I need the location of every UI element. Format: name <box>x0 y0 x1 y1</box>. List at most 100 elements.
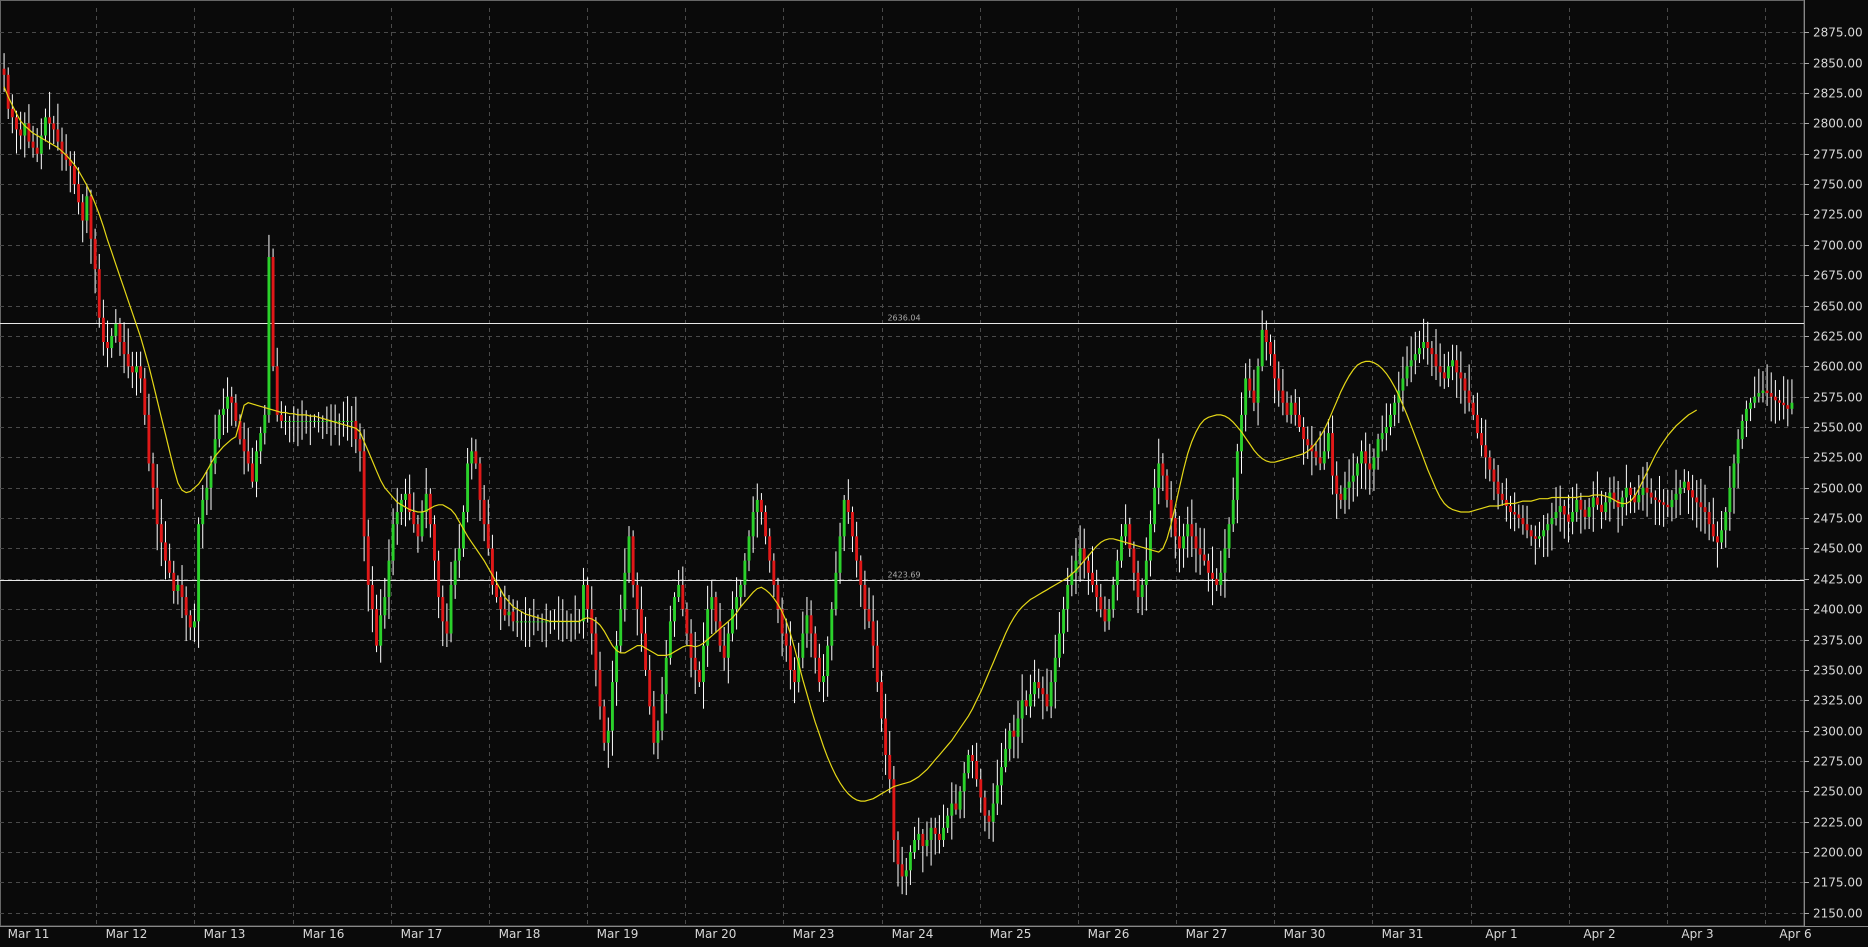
candle-down <box>983 797 987 816</box>
candle-down <box>89 196 93 239</box>
candle-down <box>1273 354 1277 379</box>
candle-up <box>1347 481 1351 488</box>
y-tick-label: 2500.00 <box>1813 482 1863 496</box>
candle-up <box>838 536 842 573</box>
candle-down <box>987 815 991 822</box>
candle-up <box>325 420 329 422</box>
candle-up <box>1107 609 1111 622</box>
candle-up <box>822 676 825 683</box>
candle-up <box>259 433 263 452</box>
candle-up <box>379 615 383 646</box>
candle-down <box>1206 560 1210 573</box>
candle-up <box>110 335 114 349</box>
x-tick-label: Mar 12 <box>106 927 148 941</box>
candle-down <box>172 572 176 591</box>
candle-up <box>205 487 209 500</box>
candle-down <box>354 420 358 440</box>
candle-up <box>1149 524 1152 561</box>
candle-down <box>366 536 370 585</box>
candle-up <box>664 657 668 695</box>
candle-up <box>904 870 908 877</box>
candle-down <box>56 129 60 142</box>
candle-up <box>466 463 470 513</box>
candle-down <box>126 354 130 367</box>
candle-down <box>681 584 685 610</box>
candle-down <box>495 584 499 598</box>
x-tick-label: Mar 24 <box>892 927 934 941</box>
x-tick-label: Mar 20 <box>695 927 737 941</box>
candle-down <box>851 512 854 537</box>
candle-down <box>884 718 888 755</box>
y-tick-label: 2675.00 <box>1813 269 1863 283</box>
candle-down <box>143 378 147 415</box>
candle-down <box>1012 730 1016 737</box>
candle-down <box>1707 512 1711 525</box>
candle-up <box>1322 451 1326 464</box>
candle-down <box>437 560 441 598</box>
candle-up <box>284 420 287 422</box>
candle-down <box>1438 366 1442 373</box>
candle-down <box>1699 502 1703 508</box>
candle-up <box>925 839 929 847</box>
candle-up <box>519 621 523 623</box>
candle-down <box>772 560 776 585</box>
candle-down <box>1091 572 1094 585</box>
candle-down <box>697 669 701 683</box>
y-tick-label: 2600.00 <box>1813 360 1863 374</box>
candle-down <box>1645 487 1649 493</box>
y-tick-label: 2425.00 <box>1813 573 1863 587</box>
candle-down <box>648 669 652 707</box>
candle-down <box>151 463 155 488</box>
candle-up <box>1120 536 1123 561</box>
candle-up <box>1405 366 1409 379</box>
candle-up <box>946 815 950 828</box>
x-tick-label: Mar 17 <box>401 927 443 941</box>
candle-down <box>813 633 817 658</box>
candle-down <box>184 597 188 616</box>
x-tick-label: Apr 3 <box>1681 927 1713 941</box>
candle-down <box>1480 433 1483 446</box>
candle-down <box>1687 481 1690 491</box>
candle-down <box>590 609 594 634</box>
candle-down <box>147 414 151 464</box>
candle-down <box>1666 504 1670 508</box>
candle-up <box>197 524 201 622</box>
candle-up <box>1231 499 1235 525</box>
candle-down <box>139 366 143 379</box>
candle-down <box>1173 518 1177 537</box>
candle-up <box>1724 512 1728 531</box>
candle-up <box>1757 393 1761 397</box>
candle-up <box>1446 366 1450 379</box>
candle-down <box>486 524 490 549</box>
candle-down <box>764 512 768 537</box>
x-tick-label: Mar 25 <box>990 927 1032 941</box>
x-tick-label: Mar 16 <box>303 927 345 941</box>
candle-down <box>975 761 979 780</box>
candle-down <box>15 117 18 130</box>
candle-up <box>540 621 544 623</box>
candle-up <box>660 694 664 731</box>
candle-down <box>1459 372 1463 379</box>
candle-up <box>209 463 213 488</box>
candle-down <box>1161 463 1165 476</box>
candle-up <box>702 645 705 683</box>
candle-down <box>900 864 904 877</box>
candle-down <box>1364 451 1368 464</box>
candle-down <box>1293 402 1297 415</box>
candle-down <box>1525 524 1529 531</box>
candle-up <box>1227 524 1231 549</box>
candle-down <box>979 779 983 798</box>
candle-up <box>1620 497 1624 508</box>
candle-down <box>279 414 283 421</box>
candle-down <box>1339 493 1343 500</box>
x-tick-label: Mar 27 <box>1186 927 1228 941</box>
candle-down <box>19 129 23 136</box>
candle-up <box>1542 530 1546 537</box>
candle-up <box>524 621 527 623</box>
candle-down <box>1297 414 1301 428</box>
candle-up <box>1538 536 1541 539</box>
candle-down <box>499 597 503 610</box>
y-tick-label: 2750.00 <box>1813 178 1863 192</box>
candle-up <box>1670 499 1674 508</box>
candle-up <box>606 730 610 743</box>
